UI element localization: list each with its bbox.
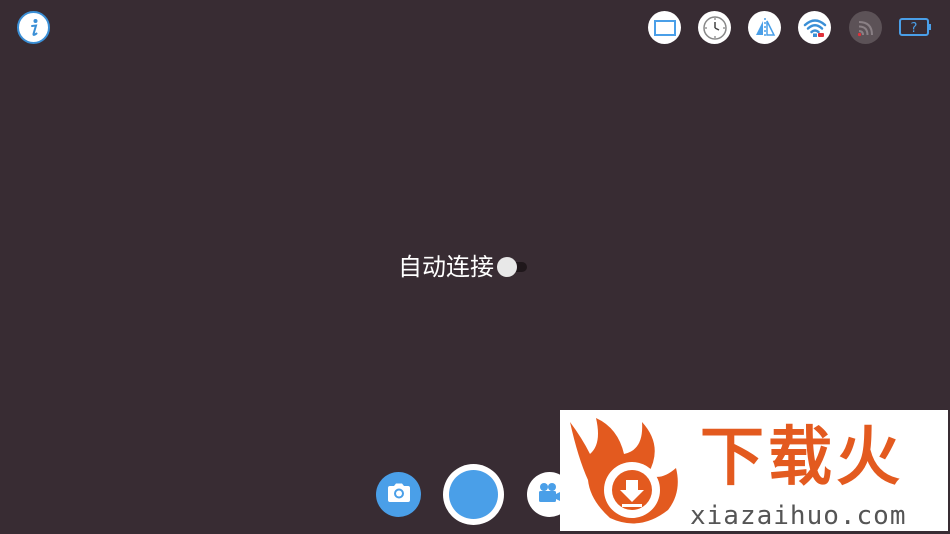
auto-connect-toggle[interactable]: [497, 257, 527, 277]
camera-icon: [386, 482, 412, 508]
info-icon: [24, 17, 44, 39]
signal-icon: [856, 18, 876, 38]
auto-connect-label: 自动连接: [398, 253, 494, 281]
watermark: 下载火 xiazaihuo.com: [560, 410, 948, 531]
battery-text: ?: [911, 21, 918, 36]
wifi-button[interactable]: [798, 11, 831, 44]
watermark-logo: [570, 418, 678, 524]
video-camera-icon: [537, 482, 563, 508]
watermark-title: 下载火: [700, 421, 904, 495]
signal-button[interactable]: [849, 11, 882, 44]
screen-button[interactable]: [648, 11, 681, 44]
shutter-icon: [449, 470, 498, 519]
mirror-icon: [753, 17, 777, 39]
auto-connect-row: 自动连接: [398, 252, 527, 282]
photo-mode-button[interactable]: [376, 472, 421, 517]
toggle-knob: [497, 257, 517, 277]
watermark-url: xiazaihuo.com: [690, 501, 907, 531]
battery-icon: ?: [899, 18, 931, 36]
mirror-button[interactable]: [748, 11, 781, 44]
info-button[interactable]: [17, 11, 50, 44]
battery-indicator: ?: [899, 17, 932, 38]
clock-icon: [702, 15, 728, 41]
wifi-icon: [803, 17, 827, 39]
shutter-button[interactable]: [443, 464, 504, 525]
timer-button[interactable]: [698, 11, 731, 44]
screen-icon: [653, 19, 676, 36]
